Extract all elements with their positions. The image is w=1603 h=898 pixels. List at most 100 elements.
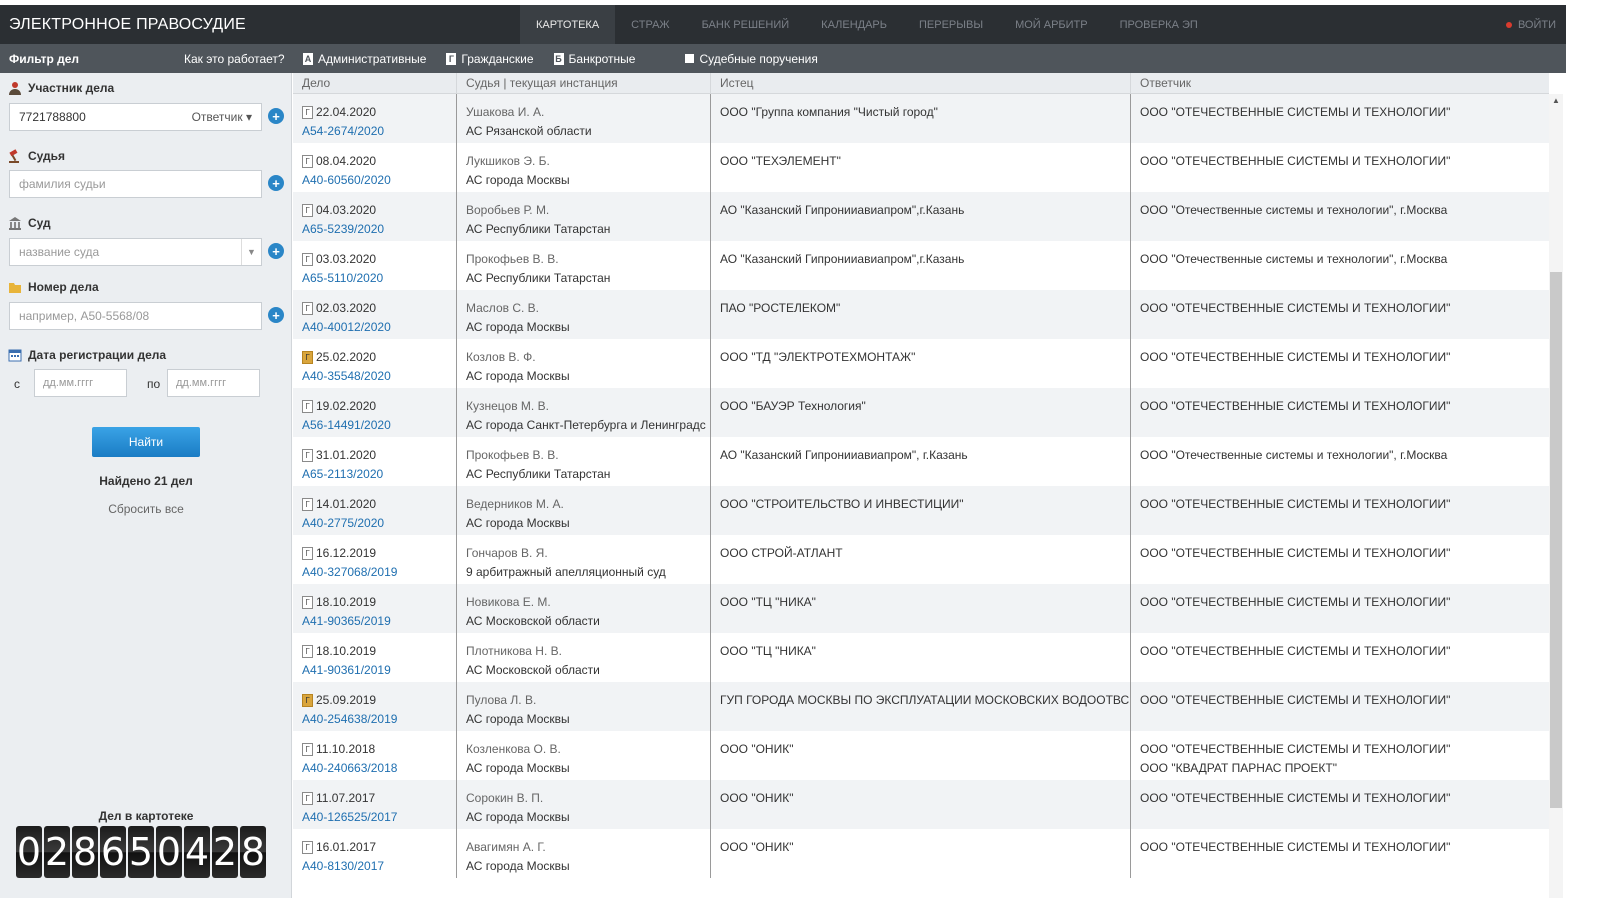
- document-icon[interactable]: Г: [302, 498, 313, 511]
- how-it-works-link[interactable]: Как это работает?: [184, 52, 299, 66]
- case-number-link[interactable]: А40-35548/2020: [302, 367, 456, 386]
- participant-role-select[interactable]: Ответчик ▾: [192, 110, 252, 124]
- case-date: 11.07.2017: [316, 791, 376, 805]
- document-icon[interactable]: Г: [302, 694, 313, 707]
- table-row[interactable]: Г 16.12.2019 А40-327068/2019 Гончаров В. Я.…: [293, 535, 1549, 584]
- document-icon[interactable]: Г: [302, 841, 313, 854]
- case-number-link[interactable]: А65-5239/2020: [302, 220, 456, 239]
- add-participant-button[interactable]: +: [268, 108, 284, 124]
- case-date: 18.10.2019: [316, 644, 377, 658]
- document-icon[interactable]: Г: [302, 400, 313, 413]
- judge-label: Судья: [8, 149, 65, 163]
- add-case-number-button[interactable]: +: [268, 307, 284, 323]
- nav-item-5[interactable]: МОЙ АРБИТР: [999, 5, 1104, 44]
- case-number-link[interactable]: А40-8130/2017: [302, 857, 456, 876]
- nav-item-2[interactable]: БАНК РЕШЕНИЙ: [686, 5, 806, 44]
- filter-civil[interactable]: Г Гражданские: [446, 52, 534, 66]
- table-row[interactable]: Г 02.03.2020 А40-40012/2020 Маслов С. В. АС …: [293, 290, 1549, 339]
- person-icon: [9, 82, 21, 95]
- scroll-thumb[interactable]: [1550, 272, 1562, 808]
- case-number-link[interactable]: А40-327068/2019: [302, 563, 456, 582]
- table-row[interactable]: Г 08.04.2020 А40-60560/2020 Лукшиков Э. Б. А…: [293, 143, 1549, 192]
- nav-item-1[interactable]: СТРАЖ: [615, 5, 685, 44]
- nav-item-6[interactable]: ПРОВЕРКА ЭП: [1104, 5, 1214, 44]
- case-number-link[interactable]: А54-2674/2020: [302, 122, 456, 141]
- document-icon[interactable]: Г: [302, 155, 313, 168]
- court-orders-checkbox[interactable]: [685, 54, 695, 63]
- case-number-link[interactable]: А65-2113/2020: [302, 465, 456, 484]
- court-name: АС города Москвы: [466, 369, 570, 383]
- document-icon[interactable]: Г: [302, 596, 313, 609]
- gavel-icon: [9, 149, 19, 163]
- case-number-link[interactable]: А40-60560/2020: [302, 171, 456, 190]
- document-icon[interactable]: Г: [302, 645, 313, 658]
- date-to-input[interactable]: дд.мм.гггг: [167, 369, 260, 397]
- court-name: АС Республики Татарстан: [466, 222, 611, 236]
- find-button[interactable]: Найти: [92, 427, 200, 457]
- case-number-link[interactable]: А40-240663/2018: [302, 759, 456, 778]
- chevron-down-icon[interactable]: ▼: [241, 239, 261, 265]
- login-link[interactable]: ВОЙТИ: [1505, 19, 1566, 31]
- table-row[interactable]: Г 18.10.2019 А41-90361/2019 Плотникова Н. В…: [293, 633, 1549, 682]
- table-row[interactable]: Г 19.02.2020 А56-14491/2020 Кузнецов М. В. А…: [293, 388, 1549, 437]
- date-from-label: с: [14, 377, 20, 391]
- table-row[interactable]: Г 04.03.2020 А65-5239/2020 Воробьев Р. М. АС…: [293, 192, 1549, 241]
- defendant-name: ООО "Отечественные системы и технологии"…: [1140, 252, 1448, 266]
- defendant-name: ООО "ОТЕЧЕСТВЕННЫЕ СИСТЕМЫ И ТЕХНОЛОГИИ": [1140, 497, 1451, 511]
- case-counter: 028650428: [16, 826, 266, 878]
- court-name: АС Московской области: [466, 614, 600, 628]
- case-number-link[interactable]: А56-14491/2020: [302, 416, 456, 435]
- document-icon[interactable]: Г: [302, 351, 313, 364]
- table-row[interactable]: Г 25.09.2019 А40-254638/2019 Пулова Л. В. АС…: [293, 682, 1549, 731]
- document-icon[interactable]: Г: [302, 449, 313, 462]
- document-icon[interactable]: Г: [302, 792, 313, 805]
- case-date-line: Г 03.03.2020: [302, 250, 456, 269]
- site-logo[interactable]: ЭЛЕКТРОННОЕ ПРАВОСУДИЕ: [0, 16, 520, 34]
- defendant-cell: ООО "Отечественные системы и технологии"…: [1131, 437, 1549, 486]
- plaintiff-name: ООО "ТЦ "НИКА": [720, 644, 816, 658]
- case-number-link[interactable]: А40-40012/2020: [302, 318, 456, 337]
- table-row[interactable]: Г 31.01.2020 А65-2113/2020 Прокофьев В. В. А…: [293, 437, 1549, 486]
- case-number-link[interactable]: А40-126525/2017: [302, 808, 456, 827]
- counter-digit: 5: [128, 826, 154, 878]
- add-judge-button[interactable]: +: [268, 175, 284, 191]
- table-row[interactable]: Г 18.10.2019 А41-90365/2019 Новикова Е. М. А…: [293, 584, 1549, 633]
- nav-item-0[interactable]: КАРТОТЕКА: [520, 5, 616, 44]
- table-row[interactable]: Г 11.10.2018 А40-240663/2018 Козленкова О. …: [293, 731, 1549, 780]
- counter-digit: 2: [212, 826, 238, 878]
- filter-title: Фильтр дел: [9, 51, 80, 66]
- date-from-input[interactable]: дд.мм.гггг: [34, 369, 127, 397]
- case-number-link[interactable]: А40-254638/2019: [302, 710, 456, 729]
- case-number-link[interactable]: А41-90361/2019: [302, 661, 456, 680]
- document-icon[interactable]: Г: [302, 302, 313, 315]
- document-icon[interactable]: Г: [302, 106, 313, 119]
- add-court-button[interactable]: +: [268, 243, 284, 259]
- table-row[interactable]: Г 16.01.2017 А40-8130/2017 Авагимян А. Г. АС…: [293, 829, 1549, 878]
- judge-input[interactable]: фамилия судьи: [9, 170, 262, 198]
- scroll-up-icon[interactable]: ▲: [1552, 96, 1560, 105]
- filter-administrative[interactable]: А Административные: [303, 52, 426, 66]
- table-row[interactable]: Г 11.07.2017 А40-126525/2017 Сорокин В. П. А…: [293, 780, 1549, 829]
- table-scrollbar[interactable]: ▲: [1549, 94, 1563, 898]
- filter-bankruptcy[interactable]: Б Банкротные: [553, 52, 635, 66]
- plaintiff-name: АО "Казанский Гипронииавиапром", г.Казан…: [720, 448, 968, 462]
- document-icon[interactable]: Г: [302, 547, 313, 560]
- nav-item-4[interactable]: ПЕРЕРЫВЫ: [903, 5, 999, 44]
- case-number-link[interactable]: А65-5110/2020: [302, 269, 456, 288]
- nav-item-3[interactable]: КАЛЕНДАРЬ: [805, 5, 903, 44]
- table-row[interactable]: Г 25.02.2020 А40-35548/2020 Козлов В. Ф. АС …: [293, 339, 1549, 388]
- case-number-input[interactable]: например, А50-5568/08: [9, 302, 262, 330]
- reset-all-link[interactable]: Сбросить все: [0, 502, 292, 516]
- participant-input[interactable]: 7721788800 Ответчик ▾: [9, 103, 262, 131]
- table-row[interactable]: Г 14.01.2020 А40-2775/2020 Ведерников М. А.…: [293, 486, 1549, 535]
- court-select[interactable]: название суда ▼: [9, 238, 262, 266]
- document-icon[interactable]: Г: [302, 253, 313, 266]
- case-number-link[interactable]: А40-2775/2020: [302, 514, 456, 533]
- case-number-link[interactable]: А41-90365/2019: [302, 612, 456, 631]
- document-icon[interactable]: Г: [302, 204, 313, 217]
- table-row[interactable]: Г 22.04.2020 А54-2674/2020 Ушакова И. А. АС …: [293, 94, 1549, 143]
- table-row[interactable]: Г 03.03.2020 А65-5110/2020 Прокофьев В. В. А…: [293, 241, 1549, 290]
- filter-court-orders[interactable]: Судебные поручения: [655, 52, 818, 66]
- document-icon[interactable]: Г: [302, 743, 313, 756]
- table-header: Дело Судья | текущая инстанция Истец Отв…: [293, 73, 1549, 94]
